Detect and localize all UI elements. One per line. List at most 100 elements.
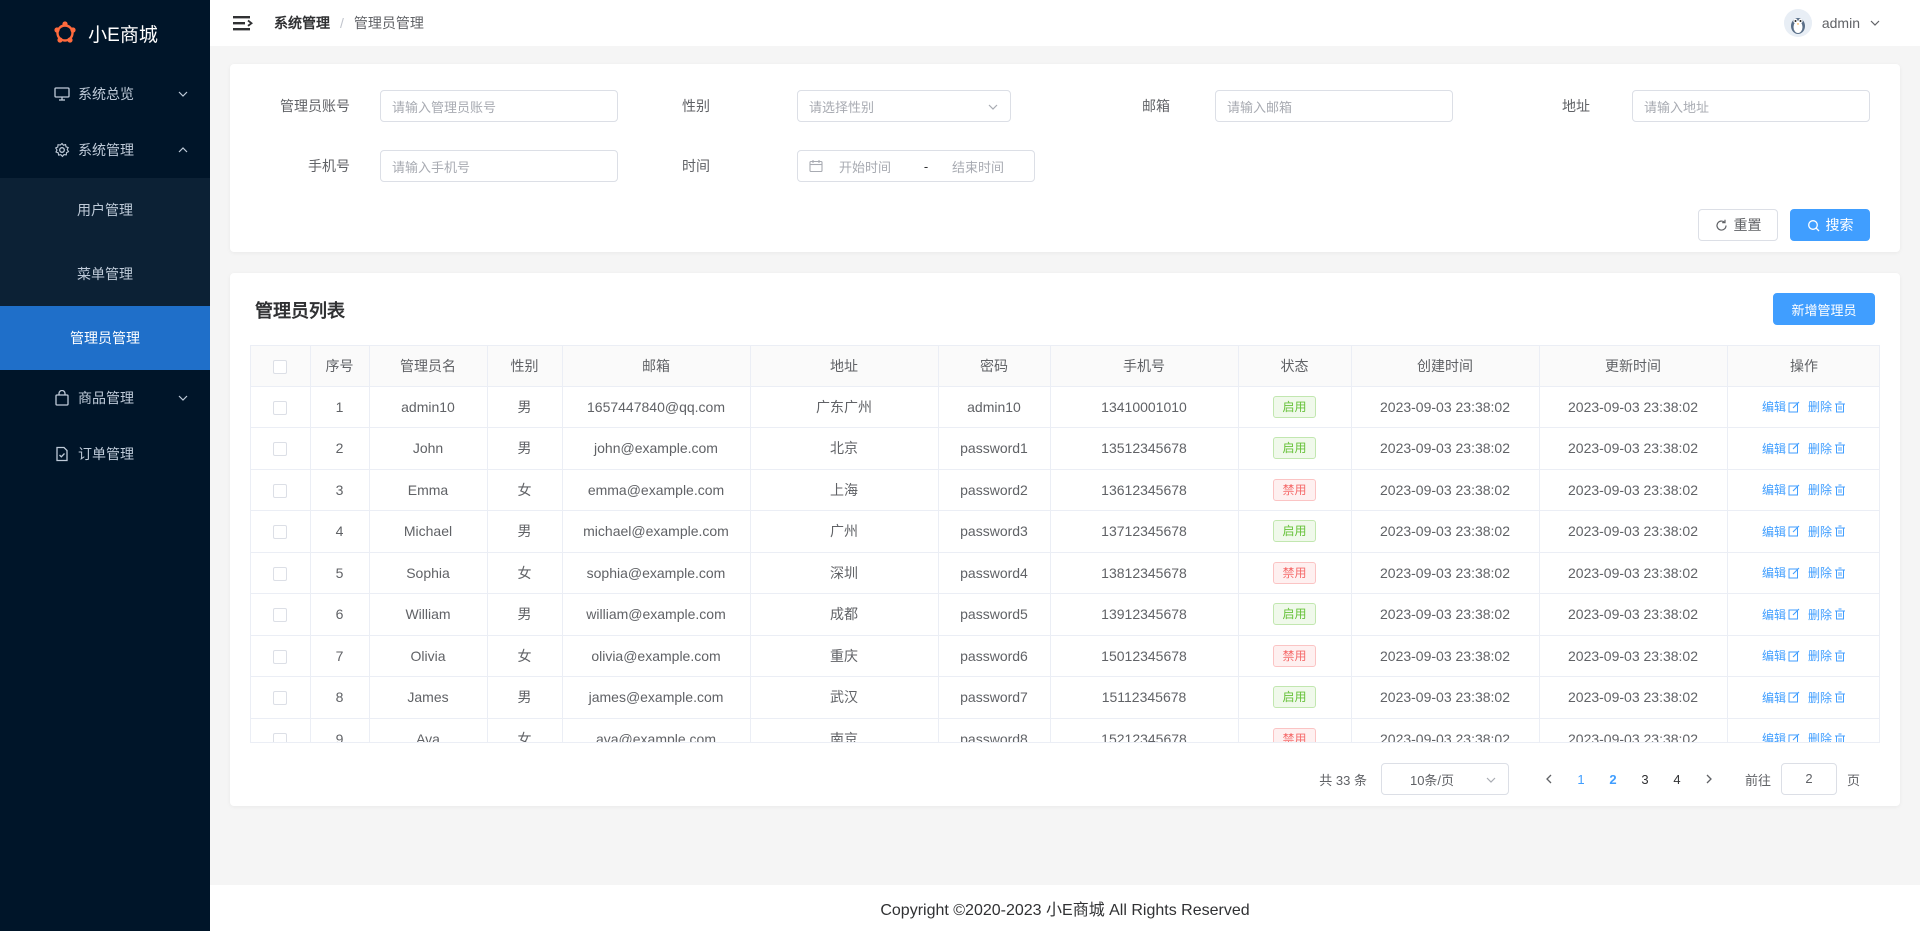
search-icon: [1807, 219, 1819, 231]
phone-input[interactable]: 请输入手机号: [380, 150, 618, 182]
breadcrumb-item-system[interactable]: 系统管理: [274, 13, 330, 33]
search-button[interactable]: 搜索: [1790, 209, 1870, 241]
cell-gender: 女: [487, 718, 563, 742]
cell-phone: 15012345678: [1050, 635, 1239, 677]
page-jumper: 前往 2 页: [1745, 763, 1860, 795]
edit-label: 编辑: [1761, 649, 1786, 664]
logo-text: 小E商城: [88, 24, 158, 46]
sidebar-item-menus[interactable]: 菜单管理: [0, 242, 210, 306]
row-checkbox[interactable]: [273, 649, 288, 664]
chevron-down-icon: [178, 395, 188, 401]
email-placeholder: 请输入邮箱: [1227, 99, 1293, 115]
goto-page-input[interactable]: 2: [1780, 763, 1837, 795]
table-row[interactable]: 8 James 男 james@example.com 武汉 password7 15112…: [251, 676, 1879, 719]
reset-button[interactable]: 重置: [1698, 209, 1778, 241]
table-row[interactable]: 2 John 男 john@example.com 北京 password1 1351234…: [251, 427, 1879, 470]
account-input[interactable]: 请输入管理员账号: [380, 90, 618, 122]
table-row[interactable]: 7 Olivia 女 olivia@example.com 重庆 password6 150…: [251, 635, 1879, 677]
table-row[interactable]: 3 Emma 女 emma@example.com 上海 password2 1361234…: [251, 469, 1879, 511]
edit-button[interactable]: 编辑: [1762, 730, 1800, 742]
sidebar-item-orders[interactable]: 订单管理: [0, 426, 210, 482]
delete-button[interactable]: 删除: [1808, 730, 1846, 742]
edit-button[interactable]: 编辑: [1762, 647, 1800, 664]
edit-icon: [1788, 401, 1800, 413]
row-checkbox[interactable]: [273, 400, 288, 415]
cell-email: emma@example.com: [562, 469, 751, 511]
trash-icon: [1835, 733, 1846, 742]
sidebar-item-products[interactable]: 商品管理: [0, 370, 210, 426]
edit-button[interactable]: 编辑: [1762, 440, 1800, 457]
trash-icon: [1835, 525, 1846, 537]
delete-button[interactable]: 删除: [1808, 398, 1846, 415]
email-input[interactable]: 请输入邮箱: [1215, 90, 1453, 122]
table-row[interactable]: 4 Michael 男 michael@example.com 广州 password3 1…: [251, 510, 1879, 553]
table-row[interactable]: 1 admin10 男 1657447840@qq.com 广东广州 admin10 134…: [251, 386, 1879, 428]
edit-button[interactable]: 编辑: [1762, 523, 1800, 540]
sidebar: 小E商城 系统总览 系统管理 用户管理 菜单管理 管理员管理 商品管理 订单管理: [0, 0, 210, 931]
gender-select[interactable]: 请选择性别: [797, 90, 1011, 122]
page-button-2[interactable]: 2: [1597, 772, 1629, 787]
delete-button[interactable]: 删除: [1808, 523, 1846, 540]
edit-icon: [1788, 691, 1800, 703]
start-date-placeholder[interactable]: 开始时间: [839, 157, 909, 176]
row-checkbox[interactable]: [273, 525, 288, 540]
edit-button[interactable]: 编辑: [1762, 606, 1800, 623]
account-placeholder: 请输入管理员账号: [392, 99, 497, 115]
user-menu[interactable]: admin: [1783, 9, 1880, 37]
end-date-placeholder[interactable]: 结束时间: [943, 157, 1013, 176]
edit-button[interactable]: 编辑: [1762, 481, 1800, 498]
table-row[interactable]: 6 William 男 william@example.com 成都 password5 1…: [251, 593, 1879, 636]
cell-phone: 13612345678: [1050, 469, 1239, 511]
cell-actions: 编辑 删除: [1727, 386, 1879, 428]
date-range-picker[interactable]: 开始时间 - 结束时间: [797, 150, 1035, 182]
cell-gender: 女: [487, 635, 563, 677]
page-button-1[interactable]: 1: [1565, 772, 1597, 787]
add-admin-button[interactable]: 新增管理员: [1773, 293, 1875, 325]
sidebar-item-system[interactable]: 系统管理: [0, 122, 210, 178]
select-all-checkbox[interactable]: [273, 359, 288, 374]
cell-status: 启用: [1238, 427, 1352, 470]
sidebar-item-users[interactable]: 用户管理: [0, 178, 210, 242]
row-checkbox[interactable]: [273, 691, 288, 706]
cell-password: password1: [938, 427, 1051, 470]
delete-button[interactable]: 删除: [1808, 564, 1846, 581]
copyright-text: Copyright ©2020-2023 小E商城 All Rights Res…: [880, 902, 1250, 919]
menu-toggle-icon[interactable]: [232, 14, 254, 32]
pagination-total: 共 33 条: [1319, 772, 1367, 788]
trash-icon: [1835, 442, 1846, 454]
row-checkbox[interactable]: [273, 483, 288, 498]
delete-button[interactable]: 删除: [1808, 647, 1846, 664]
admin-table[interactable]: 序号 管理员名 性别 邮箱 地址 密码 手机号 状态 创建时间 更新时间 操作 …: [250, 345, 1880, 743]
prev-page-button[interactable]: [1533, 772, 1565, 787]
column-header: 邮箱: [562, 346, 751, 387]
delete-button[interactable]: 删除: [1808, 440, 1846, 457]
edit-button[interactable]: 编辑: [1762, 689, 1800, 706]
row-checkbox[interactable]: [273, 608, 288, 623]
column-header: 创建时间: [1351, 346, 1540, 387]
cell-gender: 男: [487, 676, 563, 719]
sidebar-item-admins[interactable]: 管理员管理: [0, 306, 210, 370]
cell-status: 禁用: [1238, 552, 1352, 594]
logo[interactable]: 小E商城: [0, 0, 210, 66]
delete-button[interactable]: 删除: [1808, 689, 1846, 706]
row-checkbox[interactable]: [273, 732, 288, 742]
page-size-select[interactable]: 10条/页: [1380, 763, 1509, 795]
header: 系统管理 / 管理员管理 admin: [210, 0, 1920, 46]
sidebar-item-overview[interactable]: 系统总览: [0, 66, 210, 122]
delete-button[interactable]: 删除: [1808, 481, 1846, 498]
table-row[interactable]: 9 Ava 女 ava@example.com 南京 password8 152123456…: [251, 718, 1879, 742]
edit-button[interactable]: 编辑: [1762, 398, 1800, 415]
next-page-button[interactable]: [1693, 772, 1725, 787]
page-button-3[interactable]: 3: [1629, 772, 1661, 787]
chevron-right-icon: [1706, 774, 1712, 783]
address-input[interactable]: 请输入地址: [1632, 90, 1870, 122]
edit-button[interactable]: 编辑: [1762, 564, 1800, 581]
cell-address: 广州: [750, 510, 939, 553]
row-checkbox[interactable]: [273, 566, 288, 581]
cell-updated: 2023-09-03 23:38:02: [1539, 427, 1728, 470]
table-row[interactable]: 5 Sophia 女 sophia@example.com 深圳 password4 138…: [251, 552, 1879, 594]
edit-label: 编辑: [1761, 607, 1786, 622]
page-button-4[interactable]: 4: [1661, 772, 1693, 787]
delete-button[interactable]: 删除: [1808, 606, 1846, 623]
row-checkbox[interactable]: [273, 442, 288, 457]
